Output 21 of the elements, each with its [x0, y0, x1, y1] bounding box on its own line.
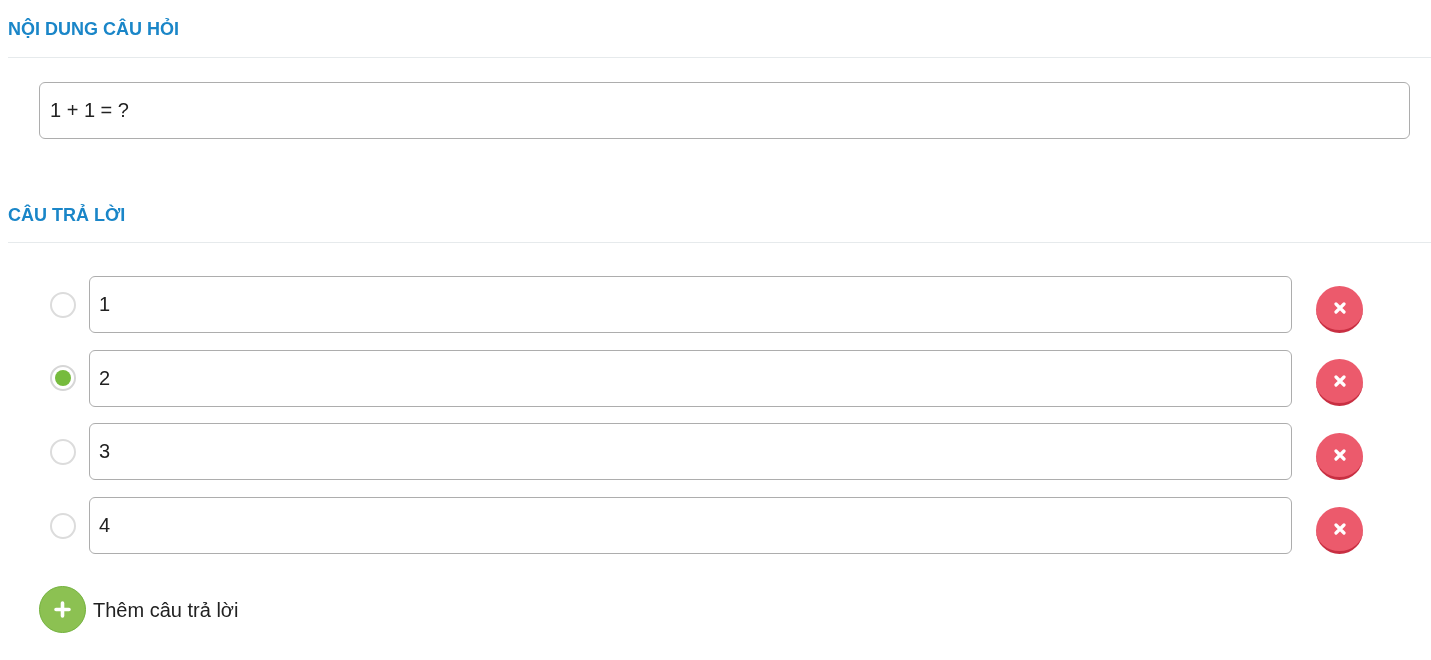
add-answer-button[interactable]: Thêm câu trả lời: [39, 586, 239, 634]
answer-field[interactable]: 2: [89, 349, 1292, 407]
answer-field[interactable]: 4: [89, 497, 1292, 555]
close-icon: [1333, 301, 1346, 314]
delete-button[interactable]: [1316, 359, 1363, 407]
radio-button[interactable]: [50, 365, 76, 392]
delete-button[interactable]: [1316, 506, 1363, 554]
radio-button[interactable]: [50, 512, 76, 539]
radio-button[interactable]: [50, 291, 76, 318]
close-icon: [1333, 375, 1346, 388]
delete-button[interactable]: [1316, 285, 1363, 333]
section-heading: CÂU TRẢ LỜI: [8, 203, 126, 227]
question-field[interactable]: 1 + 1 = ?: [39, 82, 1410, 139]
answer-field[interactable]: 3: [89, 423, 1292, 481]
close-icon: [1333, 448, 1346, 461]
answer-field[interactable]: 1: [89, 276, 1292, 333]
radio-button[interactable]: [50, 438, 76, 465]
section-heading: NỘI DUNG CÂU HỎI: [8, 17, 179, 41]
delete-button[interactable]: [1316, 432, 1363, 480]
close-icon: [1333, 522, 1346, 535]
plus-icon: [39, 586, 86, 634]
